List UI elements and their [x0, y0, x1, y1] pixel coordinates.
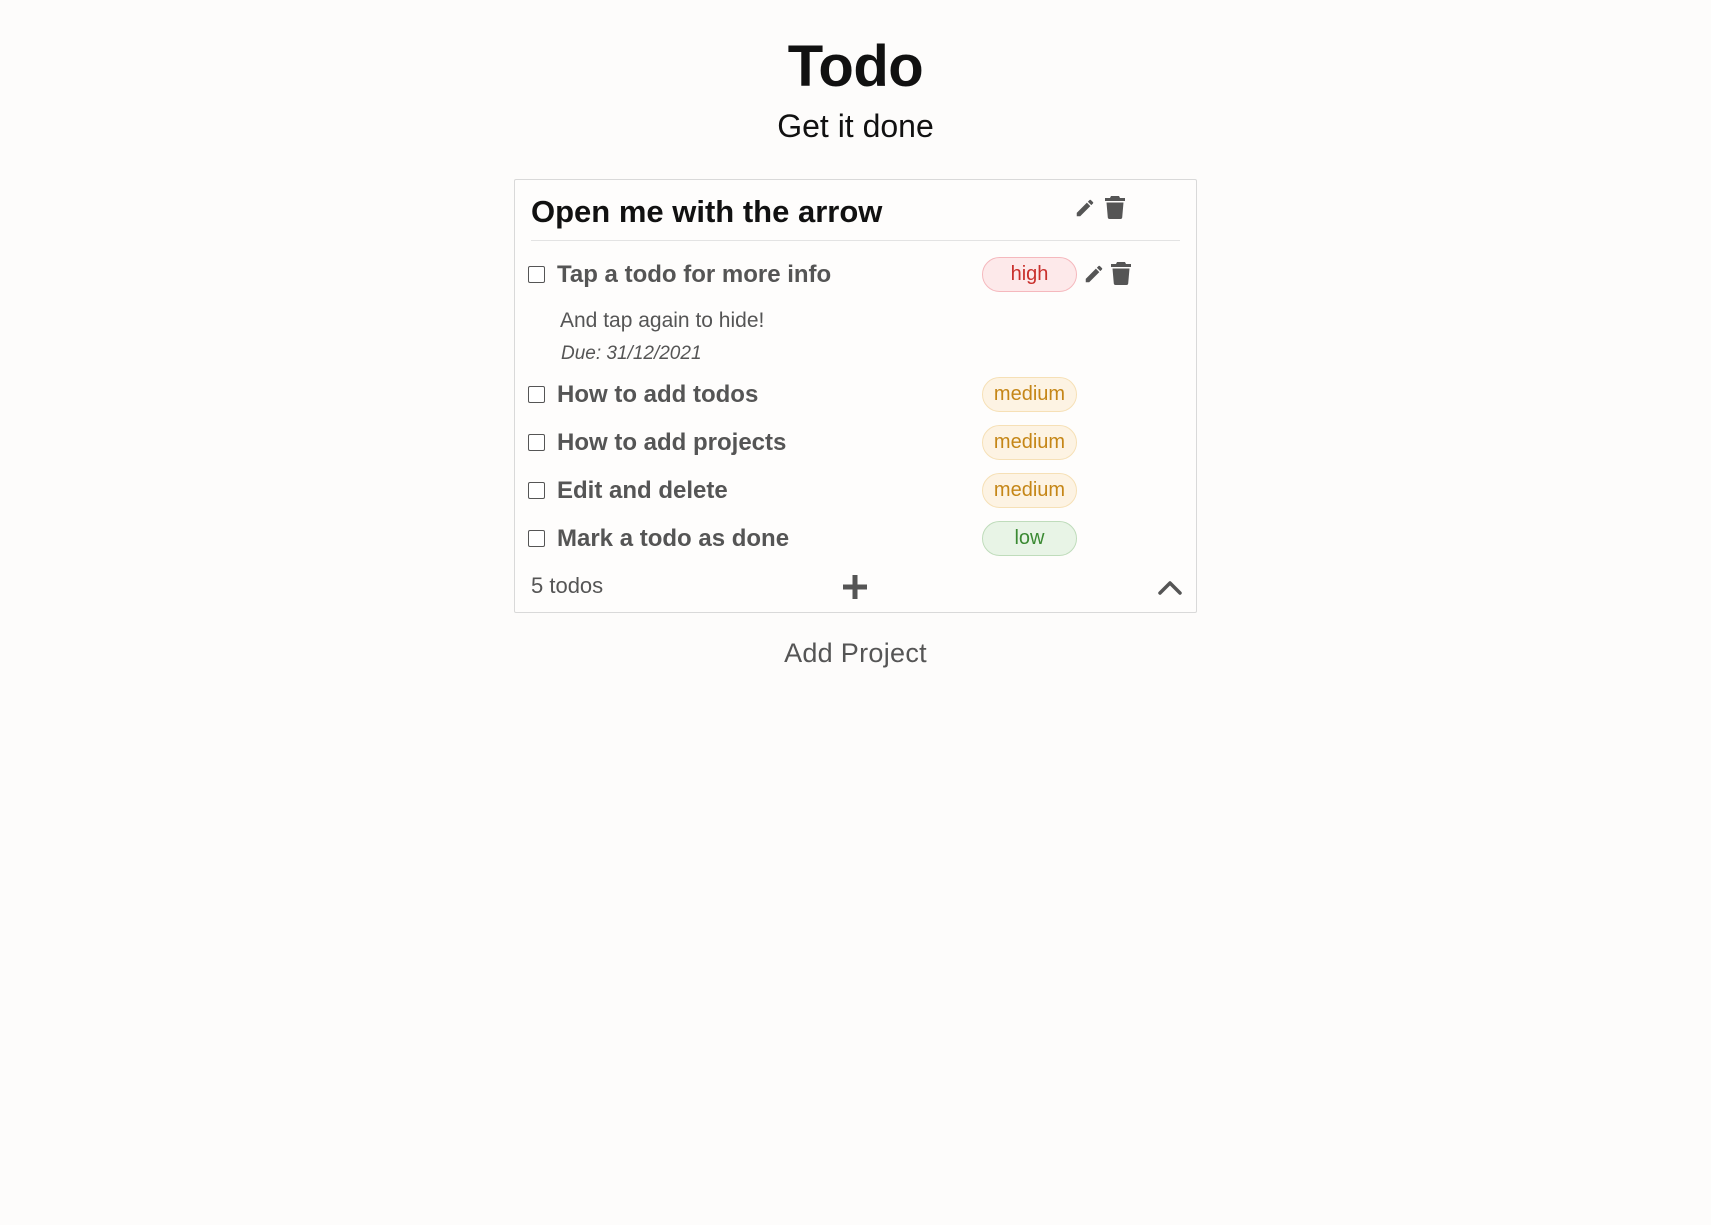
project-title: Open me with the arrow: [531, 194, 883, 229]
todo-title[interactable]: Edit and delete: [557, 477, 728, 505]
todo-due-date: Due: 31/12/2021: [561, 343, 702, 364]
priority-badge: high: [982, 257, 1077, 292]
priority-badge: medium: [982, 377, 1077, 412]
todo-item[interactable]: Tap a todo for more info high: [528, 257, 1183, 293]
todo-checkbox[interactable]: [528, 386, 545, 403]
trash-icon[interactable]: [1105, 196, 1125, 219]
todo-title[interactable]: Tap a todo for more info: [557, 261, 831, 289]
project-header: Open me with the arrow: [531, 180, 1180, 241]
todo-title[interactable]: How to add todos: [557, 381, 758, 409]
plus-icon[interactable]: [842, 574, 868, 600]
todo-checkbox[interactable]: [528, 434, 545, 451]
app-header: Todo Get it done: [0, 0, 1711, 146]
priority-badge: medium: [982, 425, 1077, 460]
app-subtitle: Get it done: [777, 108, 934, 144]
app-title: Todo: [787, 34, 924, 99]
project-card: Open me with the arrow Tap a todo for mo…: [514, 179, 1197, 613]
pencil-icon[interactable]: [1083, 263, 1105, 285]
todo-title[interactable]: How to add projects: [557, 429, 786, 457]
todo-title[interactable]: Mark a todo as done: [557, 525, 789, 553]
add-project-button[interactable]: Add Project: [0, 638, 1711, 669]
chevron-up-icon[interactable]: [1157, 578, 1183, 596]
priority-badge: medium: [982, 473, 1077, 508]
todo-description: And tap again to hide!: [560, 309, 765, 332]
todo-checkbox[interactable]: [528, 266, 545, 283]
pencil-icon[interactable]: [1074, 197, 1096, 219]
todo-checkbox[interactable]: [528, 530, 545, 547]
trash-icon[interactable]: [1111, 262, 1131, 285]
todo-item[interactable]: How to add todos medium: [528, 377, 1183, 413]
todo-item[interactable]: Edit and delete medium: [528, 473, 1183, 509]
priority-badge: low: [982, 521, 1077, 556]
todo-item[interactable]: How to add projects medium: [528, 425, 1183, 461]
todo-count: 5 todos: [531, 573, 604, 598]
todo-item[interactable]: Mark a todo as done low: [528, 521, 1183, 557]
todo-checkbox[interactable]: [528, 482, 545, 499]
